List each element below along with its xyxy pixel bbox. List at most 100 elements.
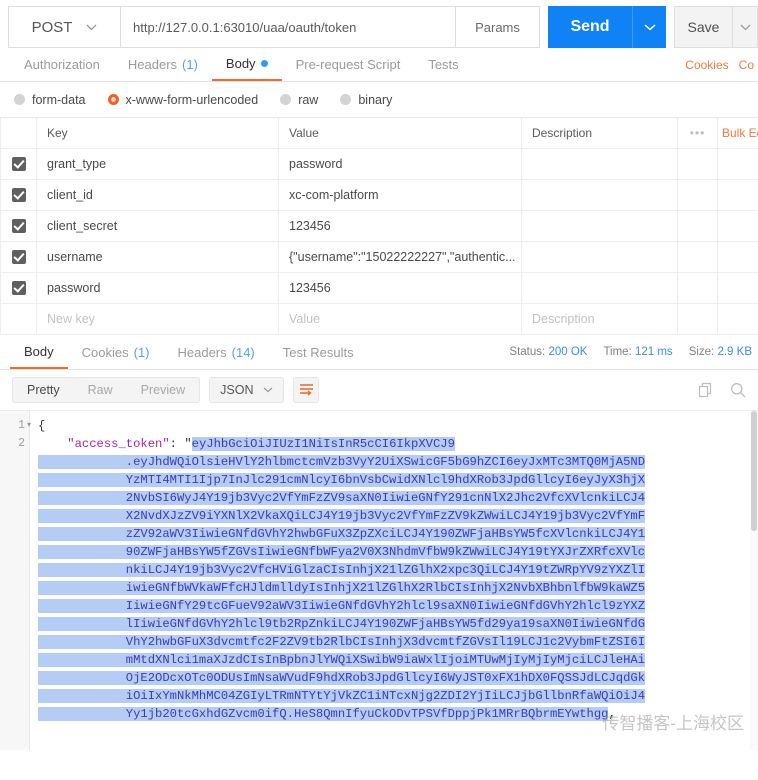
response-tab-body[interactable]: Body (10, 336, 68, 369)
checkbox-checked-icon (11, 156, 26, 171)
header-value: Value (278, 118, 522, 149)
copy-button[interactable] (698, 382, 714, 398)
body-mode-x-www-form-urlencoded[interactable]: x-www-form-urlencoded (107, 93, 258, 107)
time-value: 121 ms (634, 346, 673, 358)
row-key[interactable]: grant_type (36, 148, 279, 180)
response-meta: Status: 200 OK Time: 121 ms Size: 2.9 KB (509, 336, 752, 369)
row-spacer (677, 241, 718, 273)
row-value[interactable]: xc-com-platform (278, 179, 522, 211)
table-options-button[interactable]: ••• (677, 118, 718, 149)
bulk-edit-button[interactable]: Bulk Ed (717, 118, 758, 149)
line-number-gutter: 1 ▾ 2 (0, 410, 31, 750)
body-mode-selector: form-data x-www-form-urlencoded raw bina… (0, 82, 758, 118)
tab-pre-request-script[interactable]: Pre-request Script (282, 48, 415, 81)
row-key[interactable]: username (36, 241, 279, 273)
tab-label: Cookies (81, 344, 129, 360)
view-mode-pretty[interactable]: Pretty (13, 378, 74, 402)
row-key[interactable]: client_id (36, 179, 279, 211)
row-checkbox[interactable] (0, 210, 37, 242)
params-button[interactable]: Params (456, 6, 540, 48)
view-mode-preview[interactable]: Preview (127, 378, 199, 402)
row-description[interactable] (521, 179, 678, 211)
json-code[interactable]: { "access_token": "eyJhbGciOiJIUzI1NiIsI… (30, 411, 758, 750)
table-new-row: New key Value Description (0, 303, 758, 335)
json-quote: " (184, 436, 192, 451)
body-mode-label: raw (298, 92, 319, 107)
vertical-scrollbar[interactable] (750, 410, 758, 750)
view-mode-raw[interactable]: Raw (74, 378, 127, 402)
size-group: Size: 2.9 KB (689, 346, 752, 358)
http-method-selector[interactable]: POST (8, 6, 120, 48)
json-key-access-token: "access_token" (67, 436, 170, 451)
tab-headers[interactable]: Headers (1) (114, 48, 212, 81)
row-spacer (677, 272, 718, 304)
postman-window: POST http://127.0.0.1:63010/uaa/oauth/to… (0, 0, 758, 780)
search-button[interactable] (730, 382, 746, 398)
access-token-value[interactable]: eyJhbGciOiJIUzI1NiIsInR5cCI6IkpXVCJ9 .ey… (38, 436, 646, 721)
checkbox-checked-icon (11, 187, 26, 202)
body-mode-label: binary (358, 92, 393, 107)
language-selector[interactable]: JSON (209, 376, 285, 403)
row-checkbox[interactable] (0, 179, 37, 211)
save-button[interactable]: Save (674, 6, 732, 48)
row-description[interactable] (521, 148, 678, 180)
code-link[interactable]: Co (739, 58, 754, 72)
header-checkbox-cell (0, 118, 37, 149)
tab-authorization[interactable]: Authorization (10, 48, 114, 81)
row-spacer (677, 179, 718, 211)
body-mode-binary[interactable]: binary (340, 93, 392, 107)
row-value[interactable]: 123456 (278, 272, 522, 304)
wrap-lines-button[interactable] (293, 376, 320, 403)
radio-icon (340, 94, 352, 105)
row-value[interactable]: {"username":"15022222227","authentic... (278, 241, 522, 273)
cookies-link[interactable]: Cookies (685, 58, 728, 72)
new-key-input[interactable]: New key (36, 303, 279, 335)
new-description-input[interactable]: Description (521, 303, 678, 335)
body-mode-form-data[interactable]: form-data (14, 93, 86, 107)
header-key: Key (36, 118, 279, 149)
tab-label: Headers (177, 344, 227, 360)
response-actions (698, 370, 746, 410)
row-description[interactable] (521, 241, 678, 273)
body-mode-raw[interactable]: raw (280, 93, 318, 107)
new-value-input[interactable]: Value (278, 303, 522, 335)
row-value[interactable]: password (278, 148, 522, 180)
radio-icon (280, 94, 292, 105)
radio-selected-icon (107, 94, 119, 105)
scrollbar-thumb[interactable] (751, 410, 757, 531)
row-description[interactable] (521, 272, 678, 304)
row-spacer (717, 148, 758, 180)
save-options-button[interactable] (732, 6, 758, 48)
tab-label: Pre-request Script (295, 57, 401, 72)
status-value: 200 OK (548, 346, 588, 358)
response-body-viewer[interactable]: 1 ▾ 2 { "access_token": "eyJhbGciOiJIUzI1… (0, 409, 758, 750)
row-description[interactable] (521, 210, 678, 242)
radio-icon (14, 94, 25, 105)
line-number: 1 ▾ (0, 417, 31, 435)
row-checkbox[interactable] (0, 272, 37, 304)
row-spacer (677, 303, 718, 335)
response-tab-headers[interactable]: Headers (14) (164, 336, 269, 369)
send-options-button[interactable] (632, 6, 666, 48)
row-checkbox[interactable] (0, 148, 37, 180)
row-key[interactable]: password (36, 272, 279, 304)
tab-tests[interactable]: Tests (414, 48, 472, 81)
table-row: client_secret 123456 (0, 210, 758, 242)
url-input[interactable]: http://127.0.0.1:63010/uaa/oauth/token (120, 6, 456, 48)
send-group: Send (548, 6, 666, 48)
response-tab-test-results[interactable]: Test Results (269, 336, 368, 369)
send-button[interactable]: Send (548, 6, 632, 48)
tab-label: Authorization (24, 57, 100, 72)
tab-count: (1) (182, 57, 198, 72)
tab-label: Headers (127, 57, 178, 72)
checkbox-checked-icon (11, 280, 26, 295)
line-number: 2 (18, 436, 25, 450)
row-checkbox[interactable] (0, 241, 37, 273)
url-bar: POST http://127.0.0.1:63010/uaa/oauth/to… (0, 0, 758, 48)
row-key[interactable]: client_secret (36, 210, 279, 242)
response-tab-cookies[interactable]: Cookies (1) (68, 336, 164, 369)
tab-body[interactable]: Body (211, 48, 282, 81)
params-label: Params (475, 19, 520, 35)
tab-label: Body (24, 343, 54, 359)
row-value[interactable]: 123456 (278, 210, 522, 242)
